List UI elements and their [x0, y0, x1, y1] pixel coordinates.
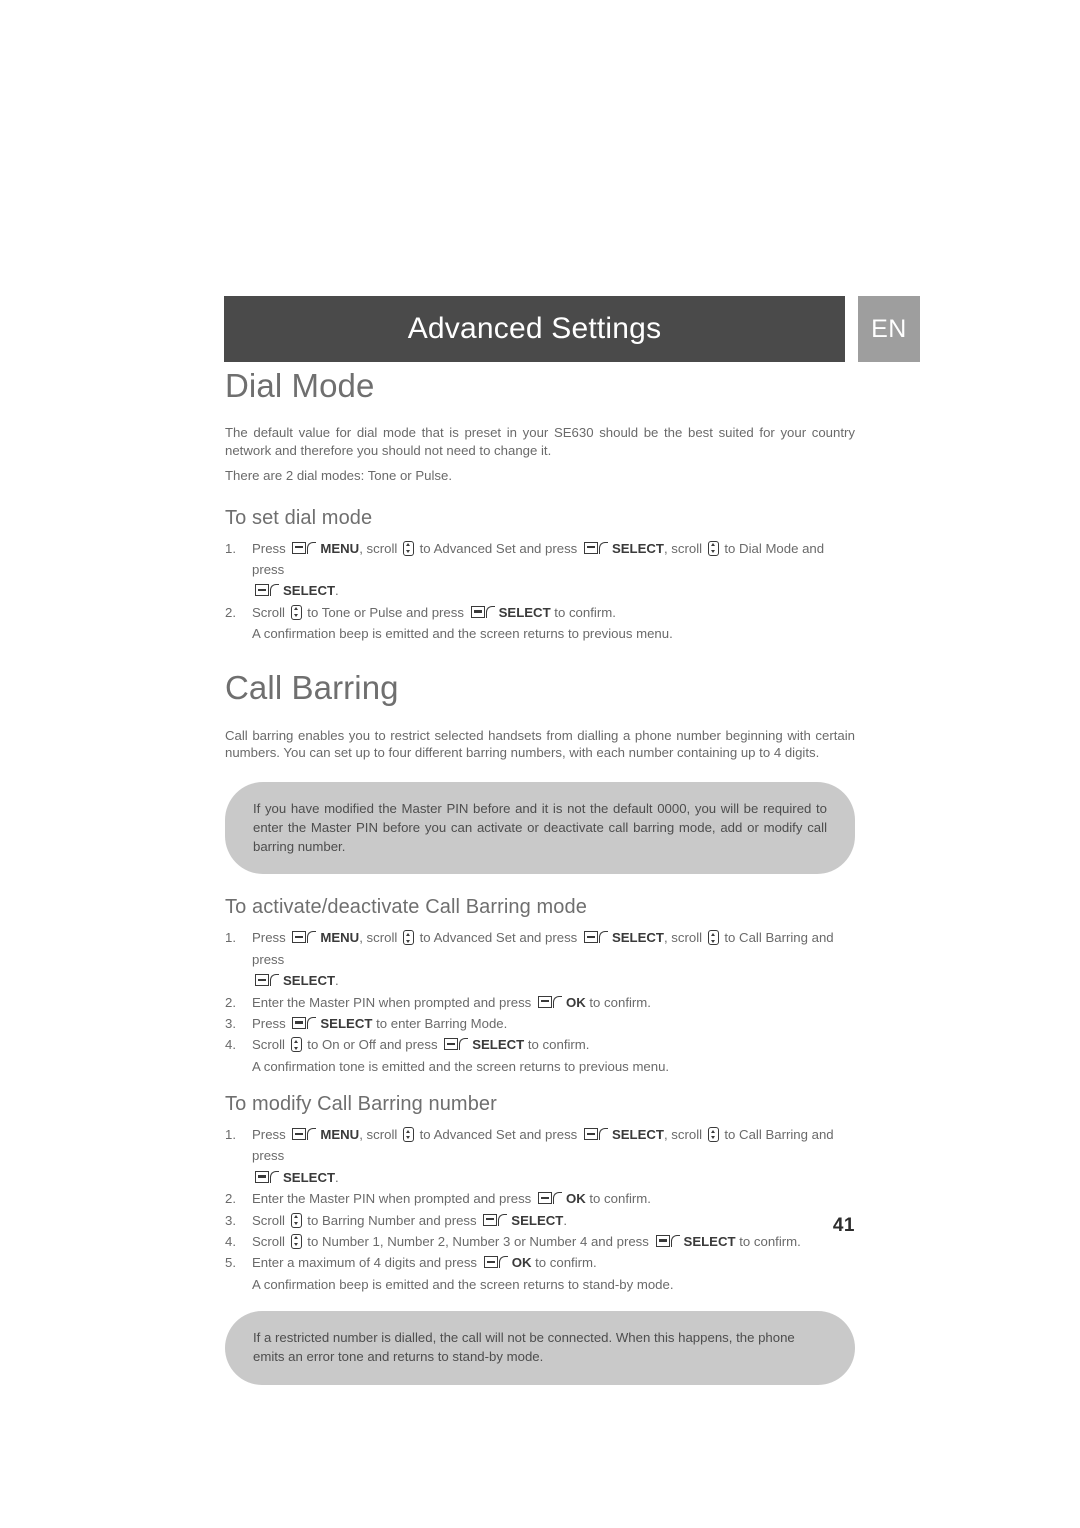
- document-page: Advanced Settings EN Dial Mode The defau…: [0, 0, 1080, 1528]
- step-item: 3. Press SELECT to enter Barring Mode.: [225, 1013, 855, 1034]
- step-text: Press MENU, scroll to Advanced Set and p…: [252, 1127, 834, 1185]
- note-box-restricted-number: If a restricted number is dialled, the c…: [225, 1311, 855, 1385]
- step-number: 1.: [225, 1127, 236, 1142]
- softkey-icon: [292, 1016, 318, 1030]
- softkey-icon: [255, 974, 281, 987]
- scroll-key-icon: [402, 1127, 414, 1142]
- step-item: 1. Press MENU, scroll to Advanced Set and…: [225, 927, 855, 991]
- step-item: 2. Scroll to Tone or Pulse and press SELE…: [225, 602, 855, 645]
- softkey-icon: [292, 931, 318, 944]
- softkey-label: MENU: [320, 930, 360, 946]
- step-number: 1.: [225, 930, 236, 946]
- page-header: Advanced Settings EN: [224, 296, 920, 362]
- step-item: 2. Enter the Master PIN when prompted and…: [225, 1188, 855, 1209]
- paragraph-call-barring-intro: Call barring enables you to restrict sel…: [225, 727, 855, 761]
- step-number: 3.: [225, 1015, 236, 1031]
- step-text: Press MENU, scroll to Advanced Set and p…: [252, 930, 834, 989]
- scroll-key-icon: [402, 930, 414, 946]
- softkey-label: SELECT: [498, 604, 551, 620]
- softkey-label: SELECT: [320, 1015, 373, 1031]
- note-box-master-pin: If you have modified the Master PIN befo…: [225, 781, 855, 875]
- step-number: 4.: [225, 1037, 236, 1053]
- step-text: Press MENU, scroll to Advanced Set and p…: [252, 540, 825, 599]
- scroll-key-icon: [290, 1037, 302, 1053]
- scroll-key-icon: [707, 540, 719, 556]
- softkey-icon: [537, 1192, 564, 1205]
- section-title-dial-mode: Dial Mode: [225, 367, 375, 404]
- scroll-key-icon: [707, 930, 719, 946]
- softkey-label: MENU: [320, 540, 360, 556]
- softkey-icon: [583, 541, 610, 555]
- step-item: 1. Press MENU, scroll to Advanced Set and…: [225, 1124, 855, 1188]
- steps-to-set-dial-mode: 1. Press MENU, scroll to Advanced Set and…: [225, 538, 855, 645]
- subsection-title-activate-deactivate: To activate/deactivate Call Barring mode: [225, 896, 587, 919]
- softkey-label: MENU: [320, 1127, 360, 1142]
- softkey-label: OK: [565, 994, 586, 1010]
- step-number: 2.: [225, 994, 236, 1010]
- subsection-title-modify-barring-number: To modify Call Barring number: [225, 1093, 497, 1115]
- softkey-icon: [583, 931, 610, 944]
- section-header-bar: Advanced Settings: [224, 296, 845, 362]
- step-item: 5. Enter a maximum of 4 digits and press …: [225, 1252, 855, 1295]
- language-badge-label: EN: [871, 314, 907, 343]
- softkey-label: SELECT: [472, 1037, 525, 1053]
- softkey-label: SELECT: [283, 973, 336, 989]
- step-number: 5.: [225, 1255, 236, 1271]
- note-text-restricted-number: If a restricted number is dialled, the c…: [253, 1330, 795, 1365]
- scroll-key-icon: [707, 1127, 719, 1142]
- softkey-label: SELECT: [611, 540, 664, 556]
- softkey-label: SELECT: [611, 1127, 664, 1142]
- step-text: Enter a maximum of 4 digits and press OK…: [252, 1255, 597, 1271]
- step-item: 1. Press MENU, scroll to Advanced Set and…: [225, 538, 855, 602]
- page-number: 41: [832, 1215, 855, 1236]
- step-note: A confirmation beep is emitted and the s…: [252, 1276, 674, 1292]
- scroll-key-icon: [402, 540, 414, 556]
- step-text: Enter the Master PIN when prompted and p…: [252, 1191, 651, 1207]
- step-text: Enter the Master PIN when prompted and p…: [252, 994, 651, 1010]
- step-number: 2.: [225, 604, 236, 620]
- steps-modify-call-barring-number: 1. Press MENU, scroll to Advanced Set and…: [225, 1124, 855, 1295]
- softkey-icon: [483, 1256, 510, 1269]
- step-note: A confirmation tone is emitted and the s…: [252, 1058, 670, 1074]
- softkey-icon: [255, 584, 281, 597]
- softkey-icon: [255, 1170, 281, 1184]
- step-item: 2. Enter the Master PIN when prompted and…: [225, 992, 855, 1013]
- softkey-icon: [292, 1128, 318, 1141]
- softkey-label: OK: [565, 1191, 586, 1207]
- softkey-icon: [537, 995, 564, 1009]
- paragraph-dial-mode-intro: The default value for dial mode that is …: [225, 425, 855, 458]
- section-title-call-barring: Call Barring: [225, 669, 399, 707]
- softkey-icon: [583, 1128, 610, 1141]
- scroll-key-icon: [290, 604, 302, 620]
- page-title: Advanced Settings: [407, 312, 662, 345]
- softkey-label: SELECT: [283, 1169, 336, 1185]
- softkey-icon: [444, 1038, 470, 1051]
- softkey-label: OK: [511, 1255, 532, 1271]
- subsection-title-to-set-dial-mode: To set dial mode: [225, 506, 373, 529]
- language-badge: EN: [858, 296, 920, 362]
- step-note: A confirmation beep is emitted and the s…: [252, 626, 673, 642]
- softkey-label: SELECT: [611, 930, 664, 946]
- step-text: Press SELECT to enter Barring Mode.: [252, 1015, 508, 1031]
- step-text: Scroll to On or Off and press SELECT to …: [252, 1037, 590, 1053]
- softkey-label: SELECT: [283, 583, 336, 599]
- step-text: Scroll to Tone or Pulse and press SELECT…: [252, 604, 616, 620]
- note-text-master-pin: If you have modified the Master PIN befo…: [253, 800, 827, 855]
- softkey-icon: [292, 541, 318, 555]
- softkey-icon: [470, 605, 497, 619]
- step-item: 4. Scroll to On or Off and press SELECT t…: [225, 1034, 855, 1077]
- paragraph-dial-modes-list: There are 2 dial modes: Tone or Pulse.: [225, 468, 452, 484]
- step-number: 1.: [225, 540, 236, 556]
- steps-activate-deactivate-call-barring: 1. Press MENU, scroll to Advanced Set and…: [225, 927, 855, 1077]
- step-number: 2.: [225, 1191, 236, 1207]
